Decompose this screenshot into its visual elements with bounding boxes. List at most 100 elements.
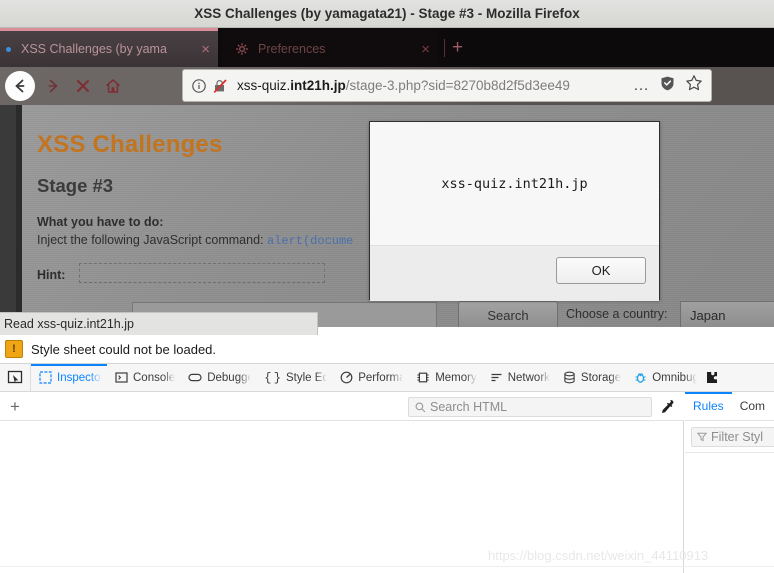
devtools-tab-label: Style Editor: [286, 371, 327, 384]
page-todo-line: Inject the following JavaScript command:…: [37, 233, 353, 248]
tab-strip: XSS Challenges (by yama × Preferences × …: [0, 28, 774, 67]
notification-bar: ! Style sheet could not be loaded.: [0, 335, 774, 364]
devtools-tab-label: Debugger: [207, 371, 251, 384]
devtools-tab-label: Storage: [580, 371, 622, 384]
element-picker-icon[interactable]: [0, 364, 31, 391]
window-titlebar: XSS Challenges (by yamagata21) - Stage #…: [0, 0, 774, 28]
forward-arrow-icon: [48, 79, 58, 93]
shield-icon[interactable]: [659, 75, 676, 97]
address-bar[interactable]: xss-quiz.int21h.jp/stage-3.php?sid=8270b…: [182, 69, 712, 102]
url-prefix: xss-quiz.: [237, 78, 291, 93]
devtools-tab-overflow[interactable]: [702, 364, 724, 391]
style-editor-icon: { }: [264, 370, 282, 385]
eyedropper-icon[interactable]: [658, 398, 676, 416]
address-bar-text[interactable]: xss-quiz.int21h.jp/stage-3.php?sid=8270b…: [237, 78, 624, 93]
warning-icon: !: [5, 340, 23, 358]
close-icon[interactable]: ×: [201, 42, 210, 57]
devtools-tabbar: Inspector Console Debugger { } Style Edi…: [0, 364, 774, 392]
viewport-left-gutter: [0, 105, 16, 327]
browser-tab-label: XSS Challenges (by yama: [21, 42, 167, 56]
devtools-tab-storage[interactable]: Storage: [555, 364, 626, 391]
devtools-tab-label: Memory: [435, 371, 477, 384]
stop-button[interactable]: [68, 71, 98, 101]
filter-styles-input[interactable]: Filter Styl: [691, 427, 774, 447]
browser-window: XSS Challenges (by yamagata21) - Stage #…: [0, 0, 774, 573]
dialog-footer: OK: [370, 245, 659, 301]
browser-tab-xss-challenges[interactable]: XSS Challenges (by yama ×: [0, 31, 218, 67]
omnibug-icon: [634, 371, 647, 384]
hint-field[interactable]: [79, 263, 325, 283]
identity-box[interactable]: [191, 78, 229, 94]
close-icon[interactable]: ×: [421, 42, 430, 57]
devtools-tab-performance[interactable]: Performance: [332, 364, 408, 391]
window-title: XSS Challenges (by yamagata21) - Stage #…: [194, 6, 580, 21]
inspector-icon: [39, 371, 52, 384]
debugger-icon: [188, 371, 202, 384]
ok-button[interactable]: OK: [556, 257, 646, 284]
url-domain: int21h.jp: [290, 78, 346, 93]
performance-icon: [340, 371, 353, 384]
home-button[interactable]: [98, 71, 128, 101]
devtools-tab-style-editor[interactable]: { } Style Editor: [256, 364, 332, 391]
back-arrow-icon: [15, 79, 25, 93]
devtools-tab-label: Inspector: [57, 371, 102, 384]
dot-icon: [6, 46, 11, 52]
dialog-body: xss-quiz.int21h.jp: [370, 122, 659, 245]
page-todo-text: Inject the following JavaScript command:: [37, 233, 267, 247]
devtools-tab-omnibug[interactable]: Omnibug: [626, 364, 702, 391]
devtools-panel: Inspector Console Debugger { } Style Edi…: [0, 364, 774, 573]
search-button[interactable]: Search: [458, 301, 558, 327]
home-icon: [106, 79, 120, 93]
style-sidebar-tabs: Rules Com: [685, 392, 774, 421]
javascript-alert-dialog: xss-quiz.int21h.jp OK: [369, 121, 660, 301]
extension-icon: [704, 370, 719, 385]
browser-tab-label: Preferences: [258, 42, 326, 56]
search-html-placeholder: Search HTML: [430, 400, 508, 414]
network-icon: [490, 371, 503, 384]
filter-icon: [697, 432, 707, 442]
country-label: Choose a country:: [566, 307, 668, 321]
close-icon: [77, 80, 89, 92]
memory-icon: [416, 371, 430, 384]
sidebar-tab-rules[interactable]: Rules: [685, 392, 732, 420]
gear-icon: [234, 41, 250, 57]
forward-button[interactable]: [38, 71, 68, 101]
browser-tab-preferences[interactable]: Preferences ×: [222, 31, 438, 67]
devtools-tab-inspector[interactable]: Inspector: [31, 364, 107, 391]
devtools-tab-label: Console: [133, 371, 176, 384]
hint-label: Hint:: [37, 268, 66, 282]
watermark-rule: [0, 566, 774, 567]
search-html-input[interactable]: Search HTML: [408, 397, 652, 417]
add-node-button[interactable]: +: [0, 398, 30, 415]
tab-separator: [444, 39, 445, 57]
devtools-tab-memory[interactable]: Memory: [408, 364, 482, 391]
page-todo-label: What you have to do:: [37, 215, 164, 229]
filter-styles-placeholder: Filter Styl: [711, 430, 764, 444]
page-todo-code: alert(docume: [266, 234, 354, 248]
devtools-tab-network[interactable]: Network: [482, 364, 555, 391]
page-actions-button[interactable]: …: [633, 77, 650, 93]
style-sidebar: Rules Com Filter Styl: [685, 392, 774, 573]
sidebar-tab-computed[interactable]: Com: [732, 392, 773, 420]
markup-view[interactable]: [0, 421, 684, 573]
search-icon: [415, 402, 426, 413]
storage-icon: [563, 371, 576, 384]
devtools-tab-label: Performance: [358, 371, 403, 384]
info-circle-icon: [192, 78, 206, 93]
devtools-tab-label: Network: [507, 371, 550, 384]
dialog-message: xss-quiz.int21h.jp: [441, 175, 588, 192]
back-button[interactable]: [5, 71, 35, 101]
page-stage-heading: Stage #3: [37, 175, 114, 196]
inspector-toolbar: + Search HTML: [0, 392, 684, 421]
status-tooltip: Read xss-quiz.int21h.jp: [0, 312, 318, 335]
url-path: /stage-3.php?sid=8270b8d2f5d3ee49: [345, 78, 570, 93]
notification-text: Style sheet could not be loaded.: [31, 341, 217, 357]
devtools-tab-debugger[interactable]: Debugger: [180, 364, 256, 391]
star-icon[interactable]: [685, 74, 703, 97]
new-tab-button[interactable]: +: [452, 38, 463, 57]
devtools-tab-console[interactable]: Console: [107, 364, 180, 391]
sidebar-divider: [685, 452, 774, 453]
page-title: XSS Challenges: [37, 131, 223, 158]
devtools-tab-label: Omnibug: [652, 371, 698, 384]
country-select[interactable]: Japan: [680, 301, 774, 327]
